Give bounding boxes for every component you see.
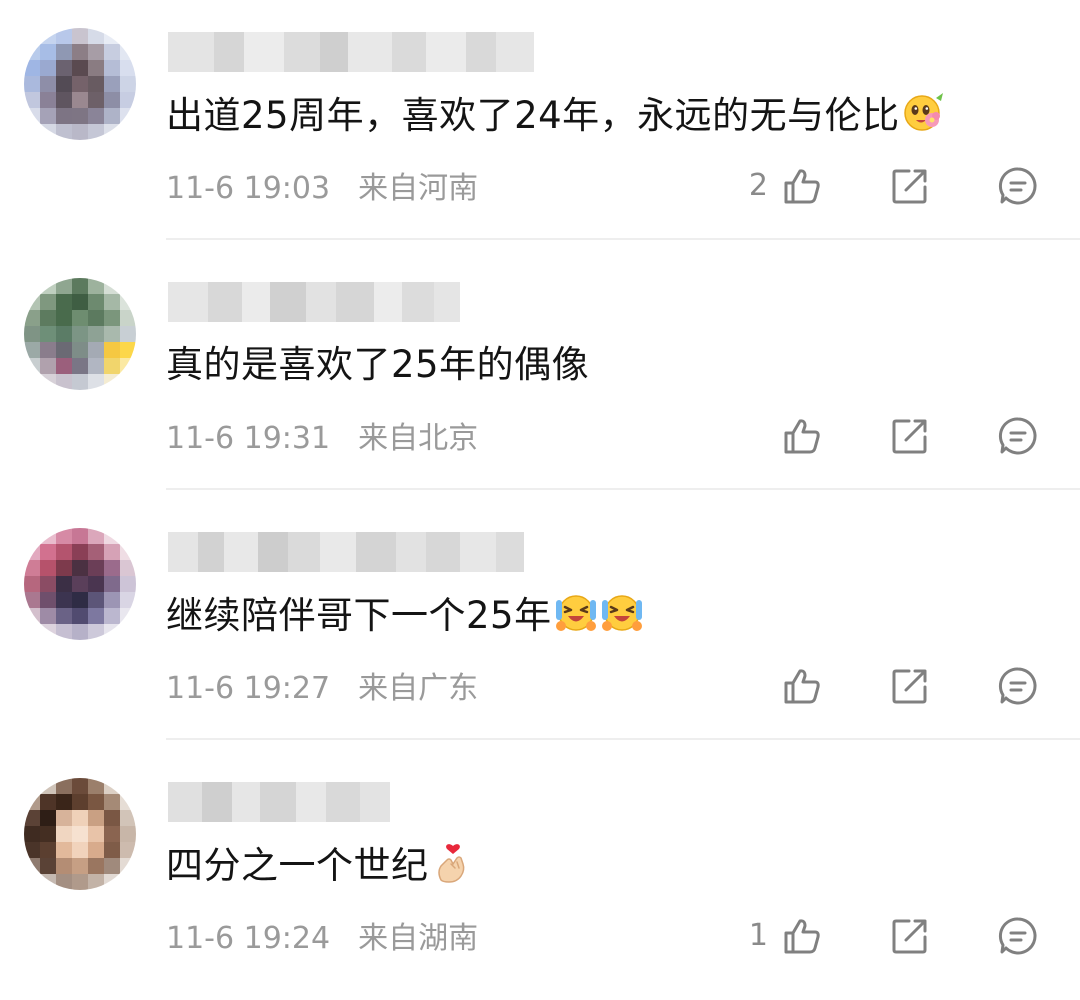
- comment-meta: 11-6 19:03 来自河南: [166, 169, 478, 209]
- reply-button[interactable]: [998, 666, 1038, 706]
- shy-flower-emoji: [903, 93, 943, 131]
- reply-button[interactable]: [998, 416, 1038, 456]
- share-icon: [892, 919, 927, 954]
- thumbs-up-icon: [784, 919, 820, 954]
- share-button[interactable]: [890, 666, 930, 706]
- comment-icon: [998, 917, 1037, 955]
- finger-heart-emoji: [437, 844, 464, 883]
- comment-text: 继续陪伴哥下一个25年: [166, 590, 644, 641]
- comment-icon: [998, 667, 1037, 705]
- avatar[interactable]: [24, 528, 136, 640]
- comment-item: 继续陪伴哥下一个25年 11-6 19:27 来自广东: [0, 500, 1080, 750]
- comment-text: 出道25周年，喜欢了24年，永远的无与伦比: [166, 90, 946, 141]
- username-blurred[interactable]: [168, 282, 460, 322]
- location: 来自湖南: [358, 921, 479, 956]
- location: 来自广东: [358, 671, 479, 706]
- thumbs-up-icon: [784, 419, 820, 454]
- divider: [166, 238, 1080, 240]
- like-count: 1: [748, 918, 768, 953]
- username-blurred[interactable]: [168, 32, 534, 72]
- share-button[interactable]: [890, 916, 930, 956]
- timestamp: 11-6 19:24: [166, 921, 331, 956]
- crying-laughing-emoji: [601, 595, 642, 631]
- share-icon: [892, 169, 927, 204]
- reply-button[interactable]: [998, 916, 1038, 956]
- username-blurred[interactable]: [168, 782, 390, 822]
- crying-laughing-emoji: [555, 595, 596, 631]
- avatar[interactable]: [24, 778, 136, 890]
- share-icon: [892, 419, 927, 454]
- comment-meta: 11-6 19:24 来自湖南: [166, 919, 478, 959]
- thumbs-up-icon: [784, 169, 820, 204]
- location: 来自河南: [358, 171, 479, 206]
- share-button[interactable]: [890, 416, 930, 456]
- like-button[interactable]: [768, 416, 822, 456]
- comment-text: 四分之一个世纪: [166, 840, 475, 891]
- avatar[interactable]: [24, 28, 136, 140]
- comment-meta: 11-6 19:31 来自北京: [166, 419, 478, 459]
- comment-meta: 11-6 19:27 来自广东: [166, 669, 478, 709]
- like-button[interactable]: 2: [749, 166, 822, 206]
- thumbs-up-icon: [784, 669, 820, 704]
- share-button[interactable]: [890, 166, 930, 206]
- comment-text: 真的是喜欢了25年的偶像: [166, 343, 590, 386]
- comment-icon: [998, 167, 1037, 205]
- like-count: 2: [748, 168, 768, 203]
- comment-item: 真的是喜欢了25年的偶像 11-6 19:31 来自北京: [0, 250, 1080, 500]
- divider: [166, 488, 1080, 490]
- timestamp: 11-6 19:27: [166, 671, 331, 706]
- username-blurred[interactable]: [168, 532, 524, 572]
- avatar[interactable]: [24, 278, 136, 390]
- timestamp: 11-6 19:31: [166, 421, 331, 456]
- reply-button[interactable]: [998, 166, 1038, 206]
- like-button[interactable]: [768, 666, 822, 706]
- divider: [166, 738, 1080, 740]
- timestamp: 11-6 19:03: [166, 171, 331, 206]
- comment-icon: [998, 417, 1037, 455]
- like-button[interactable]: 1: [749, 916, 822, 956]
- comment-item: 四分之一个世纪 11-6 19:24 来自湖南 1: [0, 750, 1080, 1000]
- comment-item: 出道25周年，喜欢了24年，永远的无与伦比 11-6 19:03 来自河南 2: [0, 0, 1080, 250]
- location: 来自北京: [358, 421, 479, 456]
- share-icon: [892, 669, 927, 704]
